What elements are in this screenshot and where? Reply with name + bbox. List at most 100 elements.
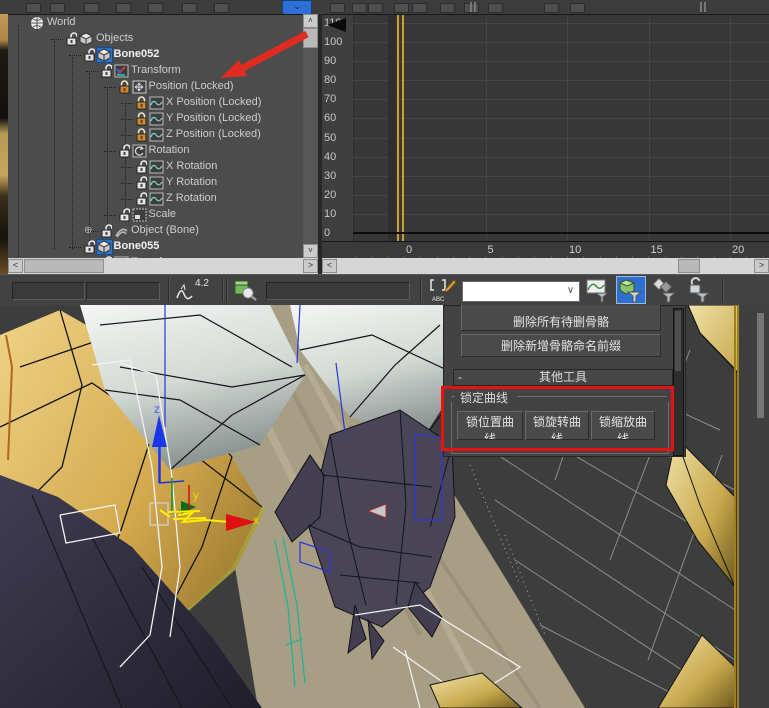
lock-closed-icon[interactable]: [135, 128, 147, 142]
track-set-combobox[interactable]: ∨: [462, 281, 580, 302]
toolbar-button[interactable]: [214, 3, 229, 13]
lock-open-icon[interactable]: [118, 208, 130, 222]
delete-prefix-button[interactable]: 删除新增骨骼命名前缀: [461, 334, 661, 357]
lock-open-icon[interactable]: [100, 224, 112, 238]
toolbar-button[interactable]: [394, 3, 409, 13]
lock-closed-icon[interactable]: [135, 96, 147, 110]
filter-keys-icon[interactable]: [652, 277, 678, 303]
trackview-bottom-toolbar: 4.2 ABC ∨: [0, 274, 769, 307]
globe-icon: [30, 16, 45, 30]
graph-horizontal-scrollbar[interactable]: < >: [322, 258, 769, 274]
tree-hscroll-thumb[interactable]: [24, 259, 104, 273]
tree-item-x-rotation[interactable]: X Rotation: [8, 159, 303, 175]
toolbar-button[interactable]: [148, 3, 163, 13]
scroll-right-icon[interactable]: >: [303, 259, 318, 273]
scroll-right-icon[interactable]: >: [754, 259, 769, 273]
cube-icon: [97, 48, 112, 62]
y-axis-tick: 20: [324, 189, 352, 201]
lock-closed-icon[interactable]: [135, 112, 147, 126]
toolbar-button[interactable]: [116, 3, 131, 13]
lock-open-icon[interactable]: [83, 48, 95, 62]
y-axis-tick: 50: [324, 132, 352, 144]
tree-item-bone055[interactable]: Bone055: [8, 239, 303, 255]
delete-marked-bones-button[interactable]: 删除所有待删骨骼: [461, 305, 661, 331]
tree-horizontal-scrollbar[interactable]: < >: [8, 258, 318, 274]
expand-icon[interactable]: ⊕: [84, 226, 95, 237]
zoom-selected-object-icon[interactable]: [232, 277, 258, 303]
filter-objects-icon[interactable]: [617, 277, 645, 303]
graph-hscroll-thumb[interactable]: [678, 259, 700, 273]
lock-open-icon[interactable]: [135, 160, 147, 174]
toolbar-button[interactable]: [544, 3, 559, 13]
scroll-left-icon[interactable]: <: [322, 259, 337, 273]
command-panel-scrollbar[interactable]: [757, 313, 764, 418]
toolbar-button[interactable]: [352, 3, 367, 13]
lock-open-icon[interactable]: [100, 64, 112, 78]
scroll-up-icon[interactable]: ˄: [303, 14, 318, 28]
time-slider-line[interactable]: [397, 15, 399, 259]
tree-item-x-position-locked-[interactable]: X Position (Locked): [8, 95, 303, 111]
active-toolbar-button[interactable]: ⌄: [282, 0, 312, 15]
toolbar-button[interactable]: [330, 3, 345, 13]
gizmo-z-label: z: [154, 402, 160, 416]
time-tick-label: 5: [488, 244, 494, 256]
tree-item-z-rotation[interactable]: Z Rotation: [8, 191, 303, 207]
toolbar-button[interactable]: [182, 3, 197, 13]
current-frame-band: [388, 15, 396, 241]
toolbar-grip[interactable]: [704, 2, 706, 12]
toolbar-button[interactable]: [84, 3, 99, 13]
edit-track-set-icon[interactable]: ABC: [430, 277, 456, 303]
track-set-name-field[interactable]: [266, 282, 410, 300]
y-axis-tick: 70: [324, 93, 352, 105]
lock-open-icon[interactable]: [135, 176, 147, 190]
tree-item-z-position-locked-[interactable]: Z Position (Locked): [8, 127, 303, 143]
key-time-field[interactable]: [12, 282, 85, 300]
lock-open-icon[interactable]: [118, 144, 130, 158]
tree-item-scale[interactable]: Scale: [8, 207, 303, 223]
show-selected-key-stats-icon[interactable]: 4.2: [175, 279, 215, 303]
toolbar-grip[interactable]: [470, 2, 472, 12]
tree-item-y-rotation[interactable]: Y Rotation: [8, 175, 303, 191]
scroll-down-icon[interactable]: ˅: [303, 244, 318, 258]
toolbar-button[interactable]: [368, 3, 383, 13]
scroll-left-icon[interactable]: <: [8, 259, 23, 273]
toolbar-grip[interactable]: [700, 2, 702, 12]
bone-icon: [114, 224, 129, 238]
panel-scrollbar[interactable]: [673, 308, 684, 456]
rotation-icon: [132, 144, 147, 158]
toolbar-button[interactable]: [570, 3, 585, 13]
curve-icon: [149, 128, 164, 142]
toolbar-button[interactable]: [440, 3, 455, 13]
time-slider-line[interactable]: [402, 15, 404, 259]
tree-item-y-position-locked-[interactable]: Y Position (Locked): [8, 111, 303, 127]
tree-item-object-bone-[interactable]: ⊕Object (Bone): [8, 223, 303, 239]
time-tick-label: 10: [569, 244, 581, 256]
key-value-field[interactable]: [86, 282, 160, 300]
collapse-icon[interactable]: -: [458, 370, 462, 385]
toolbar-button[interactable]: [488, 3, 503, 13]
lock-open-icon[interactable]: [65, 32, 77, 46]
scale-icon: [132, 208, 147, 222]
toolbar-button[interactable]: [412, 3, 427, 13]
chevron-down-icon[interactable]: ∨: [564, 284, 577, 297]
rollout-other-tools[interactable]: - 其他工具: [453, 369, 673, 386]
tree-item-rotation[interactable]: Rotation: [8, 143, 303, 159]
y-axis-tick: 60: [324, 112, 352, 124]
position-icon: [132, 80, 147, 94]
curve-icon: [149, 160, 164, 174]
toolbar-button[interactable]: [50, 3, 65, 13]
y-axis-tick: 40: [324, 151, 352, 163]
toolbar-grip[interactable]: [474, 2, 476, 12]
gizmo-x-label: x: [253, 513, 259, 527]
lock-open-icon[interactable]: [83, 240, 95, 254]
3dsmax-trackview-window: ⌄ WorldObjectsBone052TransformPosition (…: [0, 0, 769, 708]
lock-open-icon[interactable]: [135, 192, 147, 206]
value-marker-icon: [325, 17, 347, 33]
time-ruler[interactable]: 05101520: [322, 241, 769, 259]
filter-curves-icon[interactable]: [586, 277, 612, 303]
toolbar-button[interactable]: [26, 3, 41, 13]
filter-locks-icon[interactable]: [686, 277, 712, 303]
time-tick-label: 20: [732, 244, 744, 256]
curve-editor-graph[interactable]: 1101009080706050403020100 05101520: [322, 14, 769, 259]
lock-closed-icon[interactable]: [118, 80, 130, 94]
